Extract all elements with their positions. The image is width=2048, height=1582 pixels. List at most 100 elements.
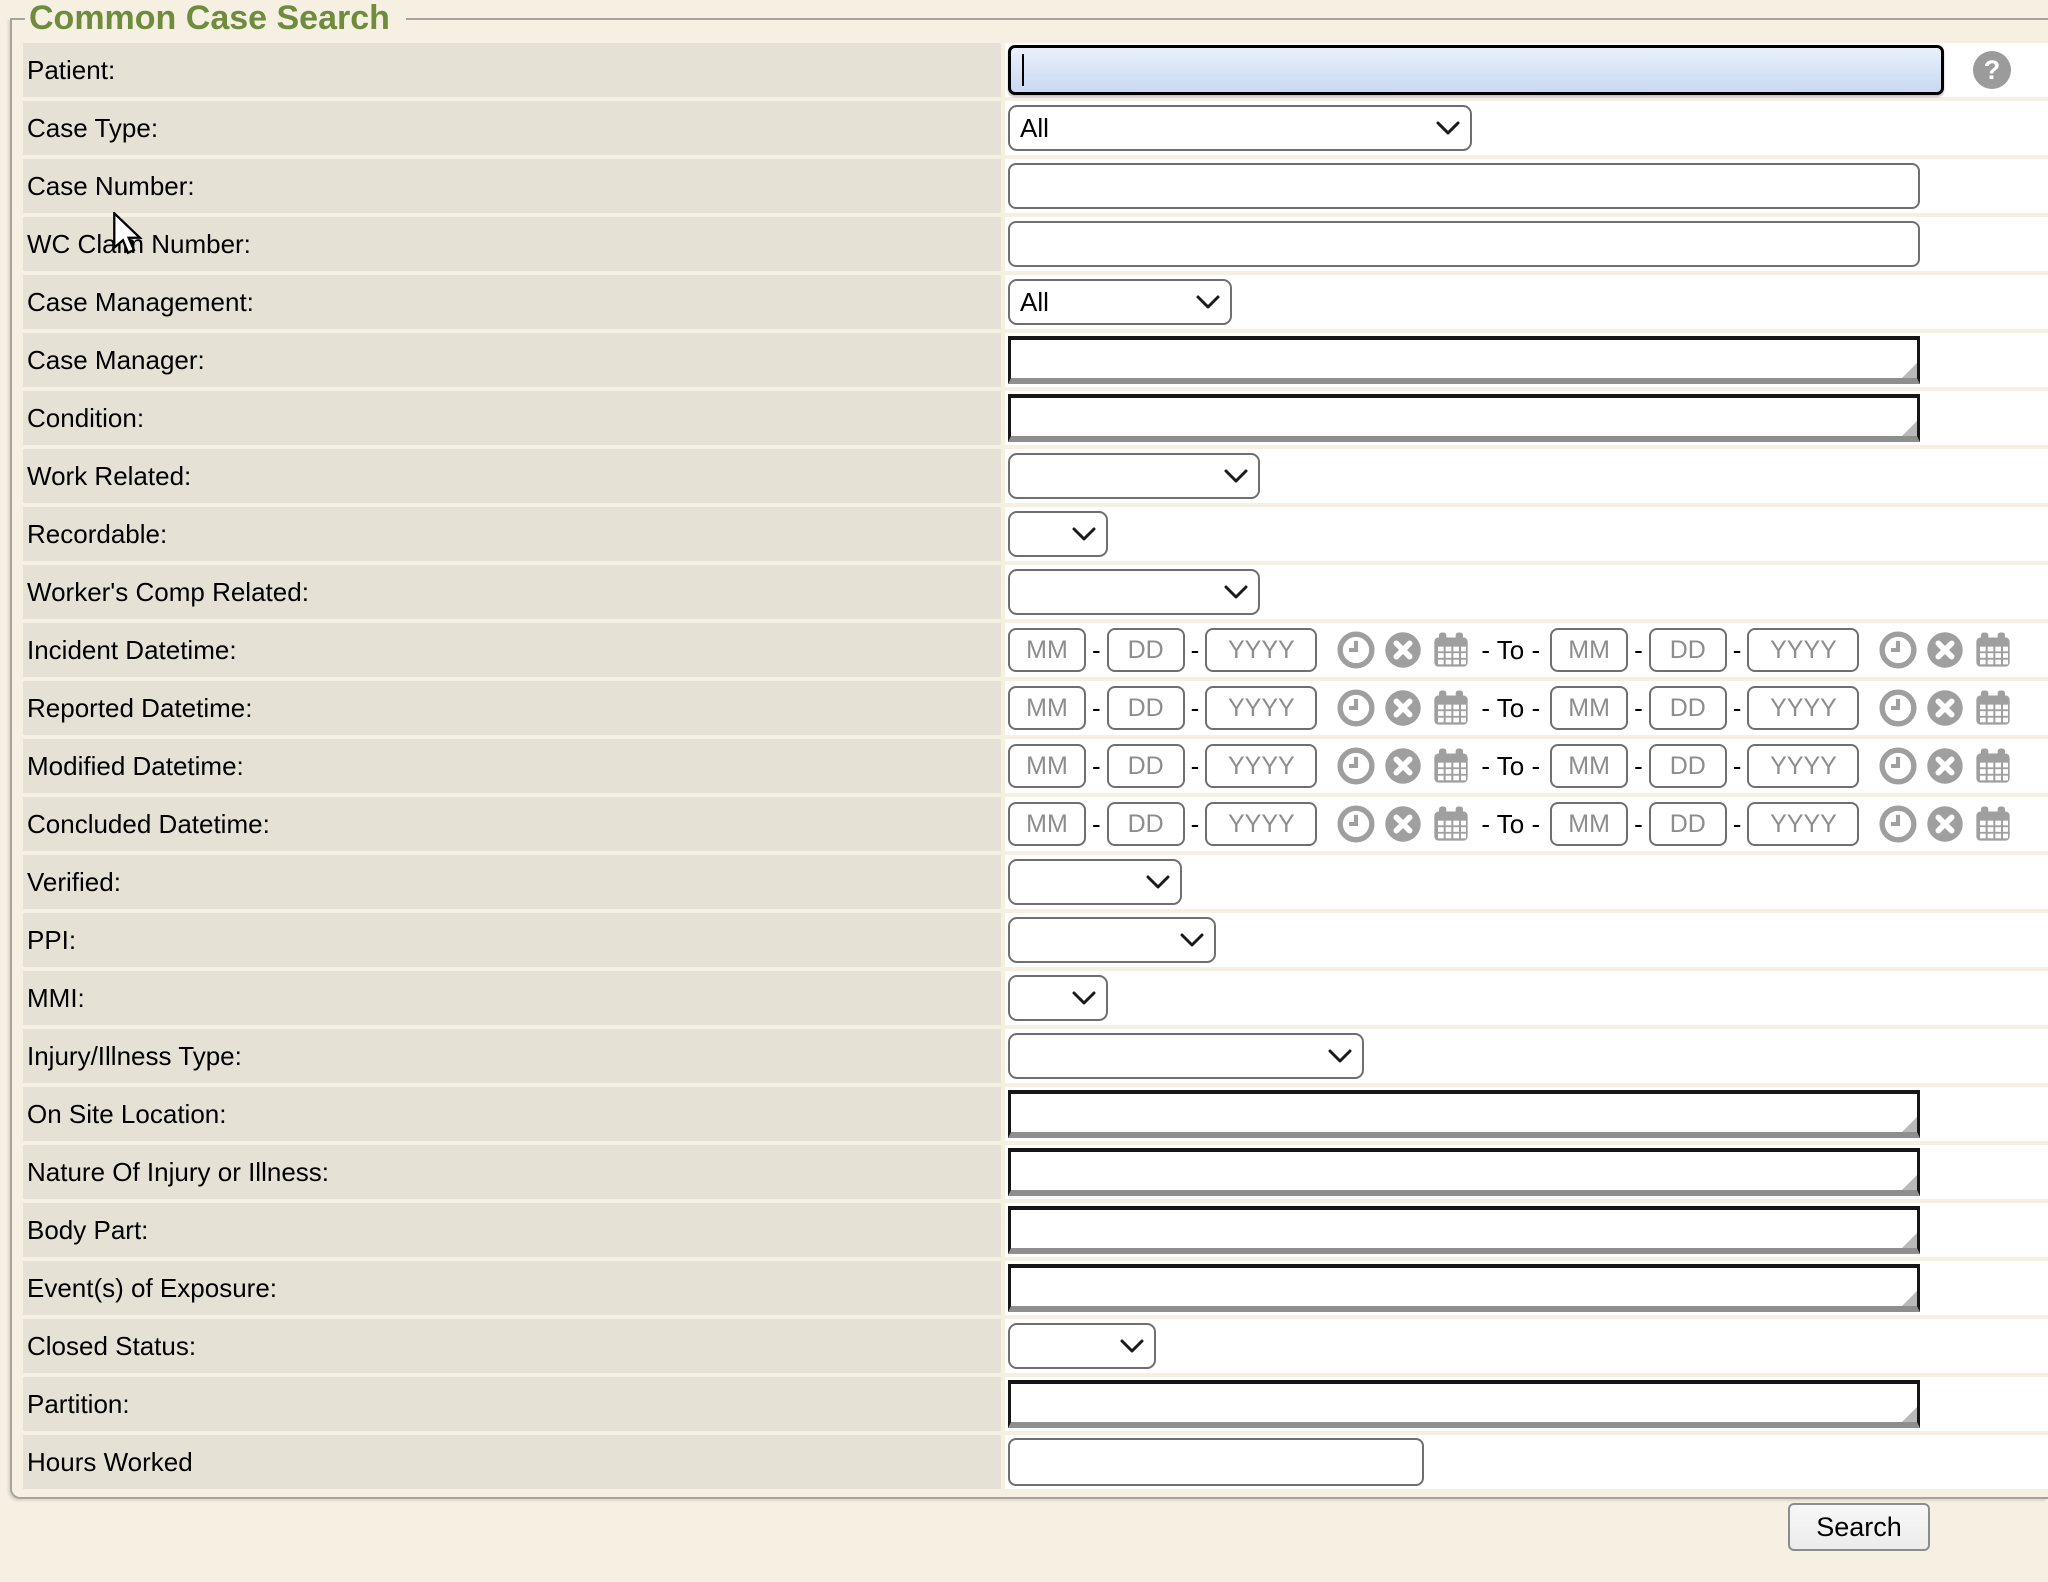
month-input[interactable] xyxy=(1550,744,1628,788)
closed-status-select[interactable] xyxy=(1008,1323,1156,1369)
year-input[interactable] xyxy=(1747,628,1859,672)
calendar-icon[interactable] xyxy=(1431,630,1471,670)
clear-icon[interactable] xyxy=(1926,805,1964,843)
year-input[interactable] xyxy=(1747,744,1859,788)
field-label: WC Claim Number: xyxy=(23,217,1001,271)
clock-icon[interactable] xyxy=(1879,747,1917,785)
workers-comp-related-select[interactable] xyxy=(1008,569,1260,615)
field-control xyxy=(1005,159,2048,213)
hours-worked-input[interactable] xyxy=(1008,1438,1424,1486)
month-input[interactable] xyxy=(1550,802,1628,846)
month-input[interactable] xyxy=(1550,628,1628,672)
day-input[interactable] xyxy=(1107,628,1185,672)
resize-grip[interactable] xyxy=(1902,1117,1917,1132)
month-input[interactable] xyxy=(1008,686,1086,730)
resize-grip[interactable] xyxy=(1902,363,1917,378)
clear-icon[interactable] xyxy=(1384,805,1422,843)
help-icon[interactable]: ? xyxy=(1973,51,2011,89)
clock-icon[interactable] xyxy=(1337,631,1375,669)
clear-icon[interactable] xyxy=(1384,689,1422,727)
date-range-to-label: - To - xyxy=(1481,809,1540,840)
ppi-select[interactable] xyxy=(1008,917,1216,963)
day-input[interactable] xyxy=(1107,802,1185,846)
chevron-down-icon xyxy=(1180,933,1204,947)
clear-icon[interactable] xyxy=(1926,747,1964,785)
calendar-icon[interactable] xyxy=(1973,746,2013,786)
nature-of-injury-input[interactable] xyxy=(1008,1148,1920,1196)
date-separator: - xyxy=(1733,635,1742,666)
day-input[interactable] xyxy=(1649,686,1727,730)
clear-icon[interactable] xyxy=(1926,631,1964,669)
month-input[interactable] xyxy=(1008,744,1086,788)
case-type-select[interactable]: All xyxy=(1008,105,1472,151)
clear-icon[interactable] xyxy=(1926,689,1964,727)
year-input[interactable] xyxy=(1205,628,1317,672)
day-input[interactable] xyxy=(1649,744,1727,788)
clock-icon[interactable] xyxy=(1337,805,1375,843)
row-case-manager: Case Manager: xyxy=(23,333,2048,387)
body-part-input[interactable] xyxy=(1008,1206,1920,1254)
partition-input[interactable] xyxy=(1008,1380,1920,1428)
resize-grip[interactable] xyxy=(1902,1407,1917,1422)
field-label: Incident Datetime: xyxy=(23,623,1001,677)
row-events-of-exposure: Event(s) of Exposure: xyxy=(23,1261,2048,1315)
year-input[interactable] xyxy=(1747,686,1859,730)
on-site-location-input[interactable] xyxy=(1008,1090,1920,1138)
calendar-icon[interactable] xyxy=(1431,746,1471,786)
case-management-select[interactable]: All xyxy=(1008,279,1232,325)
date-icons xyxy=(1337,746,1471,786)
calendar-icon[interactable] xyxy=(1973,630,2013,670)
resize-grip[interactable] xyxy=(1902,1175,1917,1190)
row-on-site-location: On Site Location: xyxy=(23,1087,2048,1141)
case-manager-input[interactable] xyxy=(1008,336,1920,384)
resize-grip[interactable] xyxy=(1902,1233,1917,1248)
clock-icon[interactable] xyxy=(1337,689,1375,727)
day-input[interactable] xyxy=(1649,628,1727,672)
year-input[interactable] xyxy=(1205,686,1317,730)
date-separator: - xyxy=(1634,635,1643,666)
clock-icon[interactable] xyxy=(1879,689,1917,727)
month-input[interactable] xyxy=(1008,628,1086,672)
clock-icon[interactable] xyxy=(1879,631,1917,669)
resize-grip[interactable] xyxy=(1902,1291,1917,1306)
clock-icon[interactable] xyxy=(1337,747,1375,785)
clock-icon[interactable] xyxy=(1879,805,1917,843)
condition-input[interactable] xyxy=(1008,394,1920,442)
calendar-icon[interactable] xyxy=(1973,804,2013,844)
mmi-select[interactable] xyxy=(1008,975,1108,1021)
date-range-until: - - xyxy=(1550,802,2013,846)
patient-input[interactable] xyxy=(1008,45,1944,95)
clear-icon[interactable] xyxy=(1384,747,1422,785)
day-input[interactable] xyxy=(1107,744,1185,788)
clear-icon[interactable] xyxy=(1384,631,1422,669)
work-related-select[interactable] xyxy=(1008,453,1260,499)
wc-claim-number-input[interactable] xyxy=(1008,221,1920,267)
calendar-icon[interactable] xyxy=(1973,688,2013,728)
row-case-type: Case Type: All xyxy=(23,101,2048,155)
day-input[interactable] xyxy=(1107,686,1185,730)
date-input-group: - - xyxy=(1008,802,1471,846)
date-icons xyxy=(1879,746,2013,786)
calendar-icon[interactable] xyxy=(1431,804,1471,844)
verified-select[interactable] xyxy=(1008,859,1182,905)
button-bar: Search xyxy=(10,1499,2048,1551)
calendar-icon[interactable] xyxy=(1431,688,1471,728)
search-button[interactable]: Search xyxy=(1788,1503,1930,1551)
date-icons xyxy=(1337,804,1471,844)
year-input[interactable] xyxy=(1747,802,1859,846)
injury-illness-type-select[interactable] xyxy=(1008,1033,1364,1079)
month-input[interactable] xyxy=(1008,802,1086,846)
date-input-group: - - xyxy=(1550,744,2013,788)
recordable-select[interactable] xyxy=(1008,511,1108,557)
year-input[interactable] xyxy=(1205,802,1317,846)
resize-grip[interactable] xyxy=(1902,421,1917,436)
month-input[interactable] xyxy=(1550,686,1628,730)
chevron-down-icon xyxy=(1328,1049,1352,1063)
events-of-exposure-input[interactable] xyxy=(1008,1264,1920,1312)
chevron-down-icon xyxy=(1072,991,1096,1005)
year-input[interactable] xyxy=(1205,744,1317,788)
case-number-input[interactable] xyxy=(1008,163,1920,209)
date-input-group: - - xyxy=(1008,744,1471,788)
day-input[interactable] xyxy=(1649,802,1727,846)
date-separator: - xyxy=(1191,751,1200,782)
